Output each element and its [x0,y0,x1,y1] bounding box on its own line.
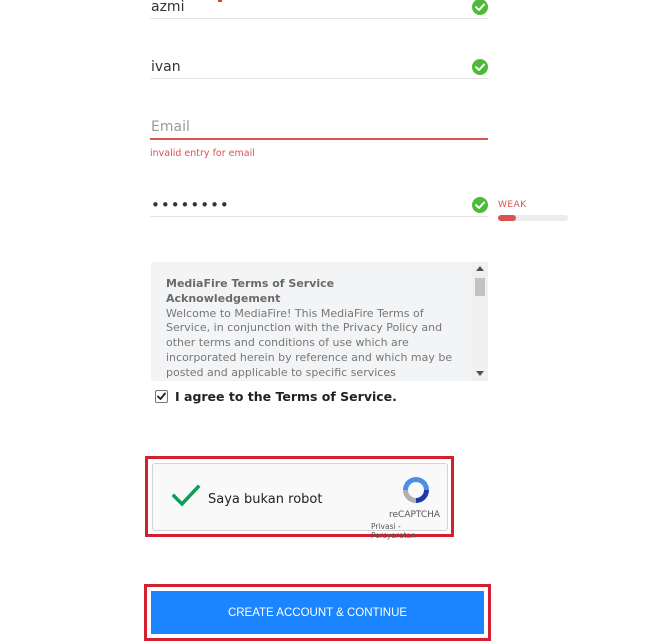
create-account-button[interactable]: CREATE ACCOUNT & CONTINUE [151,591,484,634]
first-name-value: azmi [151,0,185,15]
password-strength-meter [498,215,568,221]
password-masked-value: •••••••• [151,196,230,214]
submit-highlight-frame: CREATE ACCOUNT & CONTINUE [144,584,491,641]
captcha-highlight-frame: Saya bukan robot reCAPTCHA Privasi - Per… [145,456,454,540]
password-input[interactable]: •••••••• [150,194,488,217]
password-strength-fill [498,215,516,221]
recaptcha-logo-icon [403,477,429,503]
scroll-up-arrow-icon[interactable] [476,266,484,271]
terms-text: MediaFire Terms of Service Acknowledgeme… [166,277,466,381]
agree-terms-label: I agree to the Terms of Service. [175,389,397,404]
scroll-down-arrow-icon[interactable] [476,371,484,376]
terms-of-service-box[interactable]: MediaFire Terms of Service Acknowledgeme… [151,262,488,381]
agree-terms-checkbox[interactable] [155,390,168,403]
last-name-field[interactable]: ivan [150,56,488,79]
terms-body: Welcome to MediaFire! This MediaFire Ter… [166,306,453,381]
agree-terms-row[interactable]: I agree to the Terms of Service. [155,389,397,404]
last-name-value: ivan [151,59,181,75]
recaptcha-privacy-terms-links[interactable]: Privasi - Persyaratan [371,522,447,540]
first-name-field[interactable]: azmi [150,0,488,19]
password-strength-label: WEAK [498,200,527,210]
email-input[interactable]: Email [150,116,488,140]
terms-subtitle: Acknowledgement [166,291,281,305]
email-error-message: invalid entry for email [150,148,255,159]
valid-check-icon [472,59,488,75]
scroll-thumb[interactable] [475,278,485,296]
recaptcha-widget[interactable]: Saya bukan robot reCAPTCHA Privasi - Per… [152,463,448,540]
terms-title: MediaFire Terms of Service [166,277,335,290]
captcha-label: Saya bukan robot [208,492,323,507]
email-placeholder: Email [151,119,190,135]
valid-check-icon [472,197,488,213]
terms-scrollbar[interactable] [472,262,488,381]
captcha-checkmark-icon[interactable] [171,484,201,508]
valid-check-icon [472,0,488,15]
recaptcha-brand: reCAPTCHA [389,510,441,520]
